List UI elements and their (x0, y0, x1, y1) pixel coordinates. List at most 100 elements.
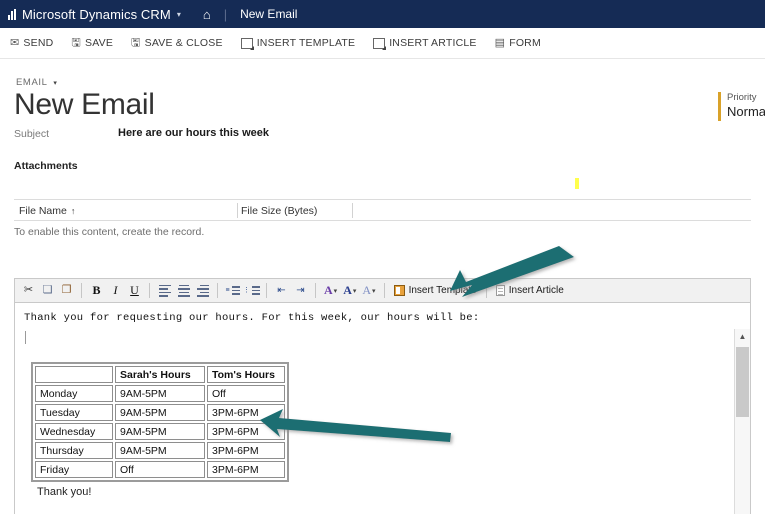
text-caret (25, 331, 26, 344)
font-color-button[interactable]: A ▾ (340, 281, 359, 300)
page-title: New Email (14, 88, 155, 121)
chevron-down-icon[interactable]: ▾ (177, 10, 181, 19)
bulleted-list-icon[interactable]: ⋮ (242, 281, 261, 300)
send-button[interactable]: ✉ SEND (0, 28, 62, 58)
hours-table-body: Sarah's Hours Tom's Hours Monday 9AM-5PM… (35, 366, 285, 478)
app-title[interactable]: Microsoft Dynamics CRM (22, 7, 171, 22)
nav-separator: | (223, 6, 228, 22)
priority-value[interactable]: Normal (727, 104, 765, 119)
chevron-down-icon: ▾ (333, 287, 338, 295)
highlight-color-label: A (324, 283, 333, 297)
priority-accent-bar (718, 92, 721, 121)
align-left-icon[interactable] (155, 281, 174, 300)
attachments-grid-top-divider (14, 199, 751, 200)
form-label: FORM (509, 37, 541, 49)
yellow-highlight-mark (575, 178, 579, 189)
editor-vertical-scrollbar[interactable]: ▲ ▼ (734, 329, 750, 514)
insert-template-command[interactable]: INSERT TEMPLATE (232, 28, 365, 58)
breadcrumb[interactable]: New Email (240, 7, 297, 21)
save-label: SAVE (84, 37, 114, 49)
priority-label: Priority (727, 92, 757, 103)
table-row: Sarah's Hours Tom's Hours (35, 366, 285, 383)
body-closing: Thank you! (37, 486, 92, 498)
form-button[interactable]: ▤ FORM (486, 28, 550, 58)
attachments-empty-message: To enable this content, create the recor… (14, 226, 205, 238)
table-cell-sarah: 9AM-5PM (115, 442, 205, 459)
body-paragraph: Thank you for requesting our hours. For … (24, 312, 480, 324)
sort-ascending-icon: ↑ (70, 206, 76, 216)
underline-label: U (130, 283, 139, 297)
save-disk-icon: 🖫 (71, 36, 81, 49)
insert-article-command[interactable]: INSERT ARTICLE (364, 28, 485, 58)
table-cell-tom: 3PM-6PM (207, 423, 285, 440)
insert-template-icon (393, 285, 405, 296)
subject-input[interactable]: Here are our hours this week (118, 127, 269, 139)
save-and-close-button[interactable]: 🖫 SAVE & CLOSE (122, 28, 232, 58)
form-icon: ▤ (494, 36, 506, 49)
priority-field[interactable]: Priority Normal (718, 92, 765, 121)
table-cell-day: Monday (35, 385, 113, 402)
table-row: Wednesday 9AM-5PM 3PM-6PM (35, 423, 285, 440)
scrollbar-thumb[interactable] (736, 347, 749, 417)
underline-button[interactable]: U (125, 281, 144, 300)
entity-type-selector[interactable]: EMAIL ▾ (16, 77, 58, 88)
table-cell-tom: 3PM-6PM (207, 442, 285, 459)
table-cell-tom: 3PM-6PM (207, 404, 285, 421)
dynamics-logo-icon (8, 8, 16, 20)
insert-template-button[interactable]: Insert Template (390, 285, 481, 296)
table-cell-sarah: 9AM-5PM (115, 385, 205, 402)
table-cell-sarah: 9AM-5PM (115, 423, 205, 440)
save-close-icon: 🖫 (131, 36, 141, 49)
bold-button[interactable]: B (87, 281, 106, 300)
table-header-cell (35, 366, 113, 383)
insert-article-button-label: Insert Article (508, 285, 564, 296)
save-and-close-label: SAVE & CLOSE (144, 37, 223, 49)
column-divider-1 (237, 203, 238, 218)
align-right-icon[interactable] (193, 281, 212, 300)
insert-article-icon (495, 285, 505, 296)
table-cell-day: Wednesday (35, 423, 113, 440)
hours-table: Sarah's Hours Tom's Hours Monday 9AM-5PM… (31, 362, 289, 482)
align-center-icon[interactable] (174, 281, 193, 300)
insert-article-button[interactable]: Insert Article (492, 285, 568, 296)
cut-scissors-icon[interactable]: ✂ (19, 281, 38, 300)
table-cell-day: Thursday (35, 442, 113, 459)
save-button[interactable]: 🖫 SAVE (62, 28, 122, 58)
scroll-up-icon[interactable]: ▲ (735, 329, 750, 344)
table-row: Monday 9AM-5PM Off (35, 385, 285, 402)
numbered-list-icon[interactable]: ≡ (223, 281, 242, 300)
editor-body[interactable]: Thank you for requesting our hours. For … (15, 304, 750, 514)
column-header-file-name[interactable]: File Name ↑ (19, 205, 75, 217)
toolbar-divider (149, 283, 150, 298)
table-row: Thursday 9AM-5PM 3PM-6PM (35, 442, 285, 459)
column-divider-2 (352, 203, 353, 218)
insert-article-icon (373, 37, 387, 50)
italic-button[interactable]: I (106, 281, 125, 300)
table-cell-day: Friday (35, 461, 113, 478)
table-row: Tuesday 9AM-5PM 3PM-6PM (35, 404, 285, 421)
rich-text-editor: ✂ ❏ ❐ B I U ≡ ⋮ ⇤ ⇥ A ▾ A ▾ A ▾ Insert T… (14, 278, 751, 514)
background-color-label: A (362, 283, 372, 297)
attachments-section-title: Attachments (14, 160, 78, 172)
toolbar-divider (315, 283, 316, 298)
background-color-button[interactable]: A ▾ (359, 281, 378, 300)
highlight-color-button[interactable]: A ▾ (321, 281, 340, 300)
chevron-down-icon: ▾ (352, 287, 357, 295)
decrease-indent-icon[interactable]: ⇤ (272, 281, 291, 300)
toolbar-divider (383, 283, 385, 298)
top-navigation-bar: Microsoft Dynamics CRM ▾ ⌂ | New Email (0, 0, 765, 28)
chevron-down-icon: ▾ (53, 80, 58, 87)
insert-article-command-label: INSERT ARTICLE (389, 37, 477, 49)
copy-icon[interactable]: ❏ (38, 281, 57, 300)
command-bar: ✉ SEND 🖫 SAVE 🖫 SAVE & CLOSE INSERT TEMP… (0, 28, 765, 59)
table-cell-tom: Off (207, 385, 285, 402)
home-icon[interactable]: ⌂ (203, 8, 211, 21)
subject-label: Subject (14, 128, 50, 140)
attachments-grid-bottom-divider (14, 220, 751, 221)
paste-icon[interactable]: ❐ (57, 281, 76, 300)
increase-indent-icon[interactable]: ⇥ (291, 281, 310, 300)
column-header-file-size[interactable]: File Size (Bytes) (241, 205, 317, 217)
column-header-file-name-label: File Name (19, 205, 67, 217)
crm-new-email-page: Microsoft Dynamics CRM ▾ ⌂ | New Email ✉… (0, 0, 765, 514)
entity-type-label: EMAIL (16, 77, 48, 88)
